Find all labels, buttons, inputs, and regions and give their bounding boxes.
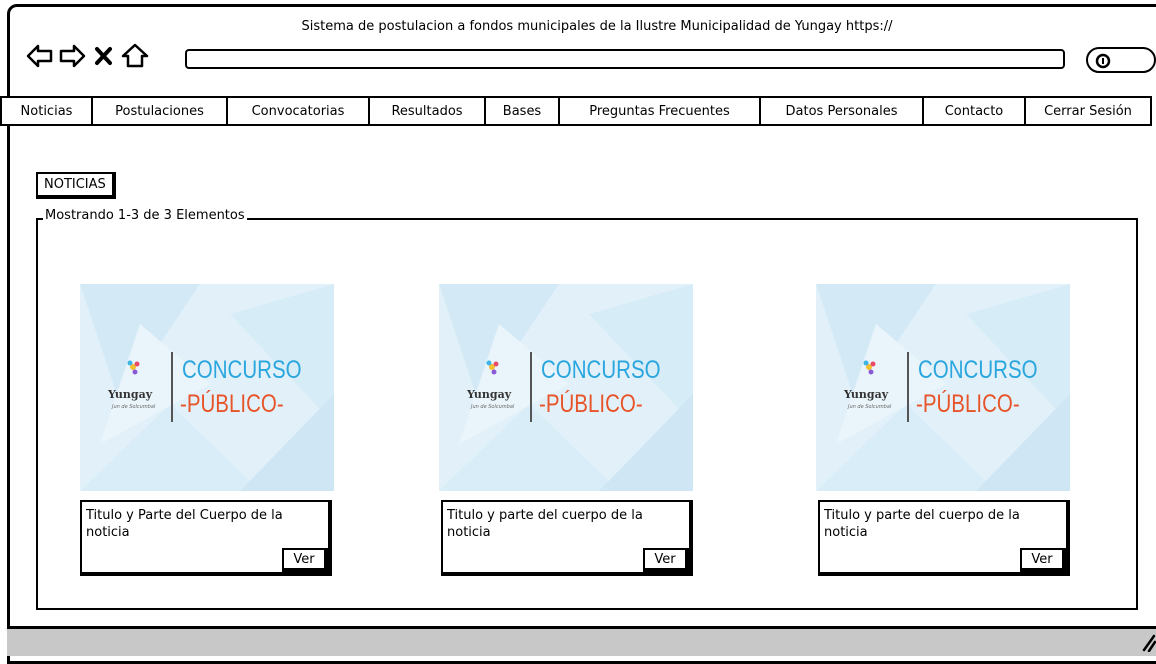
news-card-description: Titulo y Parte del Cuerpo de la noticia …: [80, 500, 332, 576]
yungay-logo-text: Yungay: [108, 388, 153, 401]
logo-divider: [907, 352, 909, 422]
menu-item-resultados[interactable]: Resultados: [368, 96, 486, 126]
menu-item-datos-personales[interactable]: Datos Personales: [759, 96, 924, 126]
menu-item-preguntas-frecuentes[interactable]: Preguntas Frecuentes: [558, 96, 761, 126]
yungay-logo-text: Yungay: [467, 388, 512, 401]
news-card-image: Yungay Jun de Solcumbal CONCURSO -PÚBLIC…: [439, 284, 693, 491]
news-card-image: Yungay Jun de Solcumbal CONCURSO -PÚBLIC…: [80, 284, 334, 491]
news-card-text: Titulo y parte del cuerpo de la noticia: [824, 508, 1020, 540]
news-card-image: Yungay Jun de Solcumbal CONCURSO -PÚBLIC…: [816, 284, 1070, 491]
news-card-description: Titulo y parte del cuerpo de la noticia …: [818, 500, 1070, 576]
back-arrow-icon[interactable]: [26, 43, 53, 69]
yungay-logo-tagline: Jun de Solcumbal: [848, 404, 892, 410]
section-title: NOTICIAS: [36, 172, 116, 199]
window-title: Sistema de postulacion a fondos municipa…: [301, 19, 893, 34]
forward-arrow-icon[interactable]: [58, 43, 86, 69]
close-x-icon[interactable]: [92, 43, 118, 69]
menu-item-bases[interactable]: Bases: [484, 96, 560, 126]
logo-divider: [171, 352, 173, 422]
main-menu: Noticias Postulaciones Convocatorias Res…: [0, 96, 1156, 126]
ver-button[interactable]: Ver: [282, 548, 328, 572]
yungay-logo-tagline: Jun de Solcumbal: [112, 404, 156, 410]
menu-item-postulaciones[interactable]: Postulaciones: [91, 96, 228, 126]
banner-line-2: -PÚBLICO-: [539, 390, 643, 418]
menu-item-contacto[interactable]: Contacto: [922, 96, 1026, 126]
logo-divider: [530, 352, 532, 422]
news-card-text: Titulo y parte del cuerpo de la noticia: [447, 508, 643, 540]
home-icon[interactable]: [120, 43, 149, 69]
ver-button[interactable]: Ver: [643, 548, 689, 572]
search-icon: [1095, 53, 1111, 69]
group-label: Mostrando 1-3 de 3 Elementos: [43, 208, 247, 223]
news-card-text: Titulo y Parte del Cuerpo de la noticia: [86, 508, 283, 540]
menu-item-cerrar-sesion[interactable]: Cerrar Sesión: [1024, 96, 1152, 126]
news-card-description: Titulo y parte del cuerpo de la noticia …: [441, 500, 693, 576]
banner-line-1: CONCURSO: [182, 356, 302, 384]
url-bar[interactable]: [185, 49, 1065, 69]
resize-grip-icon[interactable]: [1142, 632, 1156, 656]
banner-line-2: -PÚBLICO-: [180, 390, 284, 418]
yungay-logo-tagline: Jun de Solcumbal: [471, 404, 515, 410]
menu-item-convocatorias[interactable]: Convocatorias: [226, 96, 370, 126]
banner-line-1: CONCURSO: [541, 356, 661, 384]
banner-line-2: -PÚBLICO-: [916, 390, 1020, 418]
ver-button[interactable]: Ver: [1020, 548, 1066, 572]
menu-item-noticias[interactable]: Noticias: [0, 96, 93, 126]
yungay-logo-text: Yungay: [844, 388, 889, 401]
banner-line-1: CONCURSO: [918, 356, 1038, 384]
search-button[interactable]: [1086, 47, 1156, 73]
